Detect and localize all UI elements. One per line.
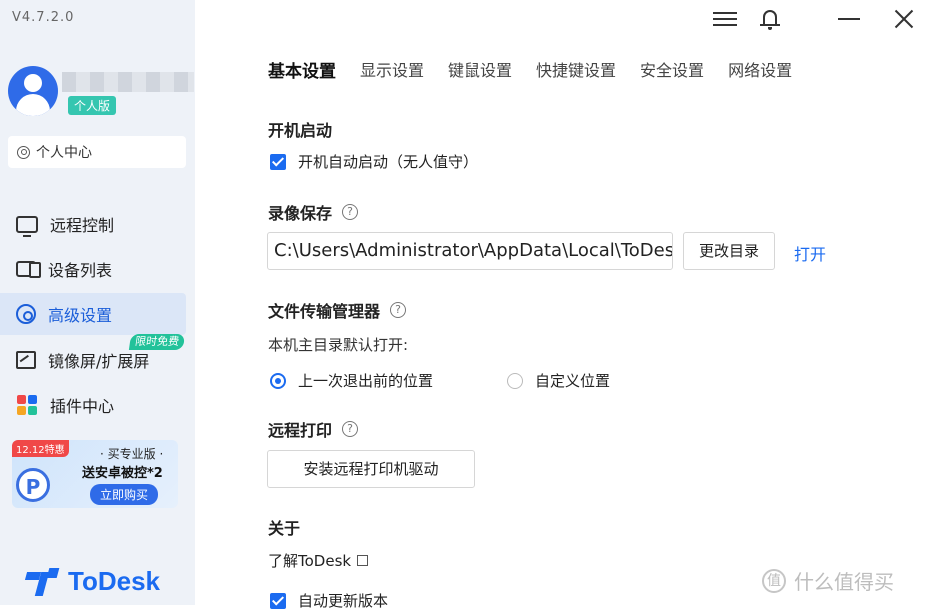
devices-icon	[16, 261, 41, 278]
remote-print-title-text: 远程打印	[268, 421, 333, 440]
tab-basic[interactable]: 基本设置	[268, 57, 336, 82]
tab-display[interactable]: 显示设置	[360, 57, 424, 82]
sidebar-item-label: 设备列表	[48, 261, 113, 280]
recording-path-field[interactable]: C:\Users\Administrator\AppData\Local\ToD…	[267, 232, 673, 270]
sidebar-item-device-list[interactable]: 设备列表	[0, 248, 186, 290]
auto-start-checkbox[interactable]	[270, 153, 286, 170]
watermark-icon: 值	[762, 568, 786, 593]
radio-selected[interactable]	[270, 372, 286, 389]
pro-icon: P	[16, 468, 50, 502]
sidebar-item-advanced-settings[interactable]: 高级设置	[0, 293, 186, 335]
help-icon[interactable]: ?	[390, 302, 407, 318]
bell-icon[interactable]	[760, 8, 780, 30]
recording-section-title: 录像保存 ?	[268, 200, 359, 224]
radio-custom-location[interactable]: 自定义位置	[507, 370, 610, 391]
mirror-icon	[16, 351, 36, 369]
watermark-text: 什么值得买	[794, 570, 894, 594]
auto-start-option[interactable]: 开机自动启动（无人值守）	[270, 151, 478, 172]
help-icon[interactable]: ?	[342, 204, 359, 220]
sidebar-item-label: 高级设置	[48, 306, 113, 325]
plugin-icon	[16, 394, 38, 416]
close-icon[interactable]	[894, 8, 914, 30]
sidebar-item-plugin-center[interactable]: 插件中心	[0, 384, 186, 426]
tab-security[interactable]: 安全设置	[640, 57, 704, 82]
radio-unselected[interactable]	[507, 372, 523, 389]
sidebar-item-label: 远程控制	[50, 216, 115, 235]
settings-tabs: 基本设置 显示设置 键鼠设置 快捷键设置 安全设置 网络设置	[268, 57, 816, 82]
user-center-button[interactable]: 个人中心	[8, 136, 186, 168]
sidebar: V4.7.2.0 个人版 个人中心 远程控制 设备列表 高级设置 镜像屏/扩展屏…	[0, 0, 195, 605]
monitor-icon	[16, 215, 38, 237]
tab-shortcuts[interactable]: 快捷键设置	[536, 57, 616, 82]
radio-last-location[interactable]: 上一次退出前的位置	[270, 370, 433, 391]
auto-update-label: 自动更新版本	[298, 592, 389, 610]
watermark: 值 什么值得买	[762, 566, 894, 595]
about-section-title: 关于	[268, 515, 300, 539]
menu-icon[interactable]	[713, 8, 737, 30]
promo-banner[interactable]: 12.12特惠 P · 买专业版 · 送安卓被控*2 立即购买	[12, 440, 178, 508]
user-avatar[interactable]	[8, 66, 58, 116]
auto-update-option[interactable]: 自动更新版本	[270, 590, 388, 611]
brand-name: ToDesk	[68, 566, 160, 596]
buy-now-button[interactable]: 立即购买	[90, 484, 159, 505]
startup-title-text: 开机启动	[268, 121, 333, 140]
startup-section-title: 开机启动	[268, 117, 332, 141]
user-center-label: 个人中心	[36, 145, 92, 161]
about-title-text: 关于	[268, 519, 301, 538]
learn-todesk-link[interactable]: 了解ToDesk	[268, 550, 369, 571]
promo-line2: 送安卓被控*2	[82, 466, 163, 481]
user-icon	[17, 145, 30, 159]
auto-update-checkbox[interactable]	[270, 592, 286, 609]
open-folder-link[interactable]: 打开	[794, 241, 826, 265]
file-transfer-title-text: 文件传输管理器	[268, 302, 381, 321]
radio-label: 上一次退出前的位置	[298, 372, 434, 390]
file-transfer-section-title: 文件传输管理器 ?	[268, 298, 407, 322]
todesk-logo-icon	[24, 567, 62, 596]
remote-print-section-title: 远程打印 ?	[268, 417, 359, 441]
minimize-icon[interactable]	[838, 8, 860, 30]
learn-todesk-text: 了解ToDesk	[268, 552, 352, 570]
sidebar-item-label: 插件中心	[50, 397, 115, 416]
promo-tag: 12.12特惠	[12, 440, 69, 457]
recording-title-text: 录像保存	[268, 204, 333, 223]
help-icon[interactable]: ?	[342, 421, 359, 437]
tab-keyboard-mouse[interactable]: 键鼠设置	[448, 57, 512, 82]
username-blurred	[62, 72, 194, 92]
change-directory-button[interactable]: 更改目录	[683, 232, 775, 270]
external-link-icon	[357, 555, 369, 566]
radio-label: 自定义位置	[535, 372, 611, 390]
todesk-logo: ToDesk	[24, 566, 160, 597]
free-badge: 限时免费	[128, 334, 186, 350]
promo-line1: · 买专业版 ·	[100, 447, 164, 461]
auto-start-label: 开机自动启动（无人值守）	[298, 153, 479, 171]
default-directory-label: 本机主目录默认打开:	[268, 336, 409, 354]
edition-badge: 个人版	[68, 96, 117, 115]
tab-network[interactable]: 网络设置	[728, 57, 792, 82]
sidebar-item-label: 镜像屏/扩展屏	[48, 352, 150, 371]
app-version: V4.7.2.0	[12, 10, 75, 25]
settings-icon	[16, 304, 36, 324]
install-printer-driver-button[interactable]: 安装远程打印机驱动	[267, 450, 475, 488]
sidebar-item-remote-control[interactable]: 远程控制	[0, 203, 186, 245]
